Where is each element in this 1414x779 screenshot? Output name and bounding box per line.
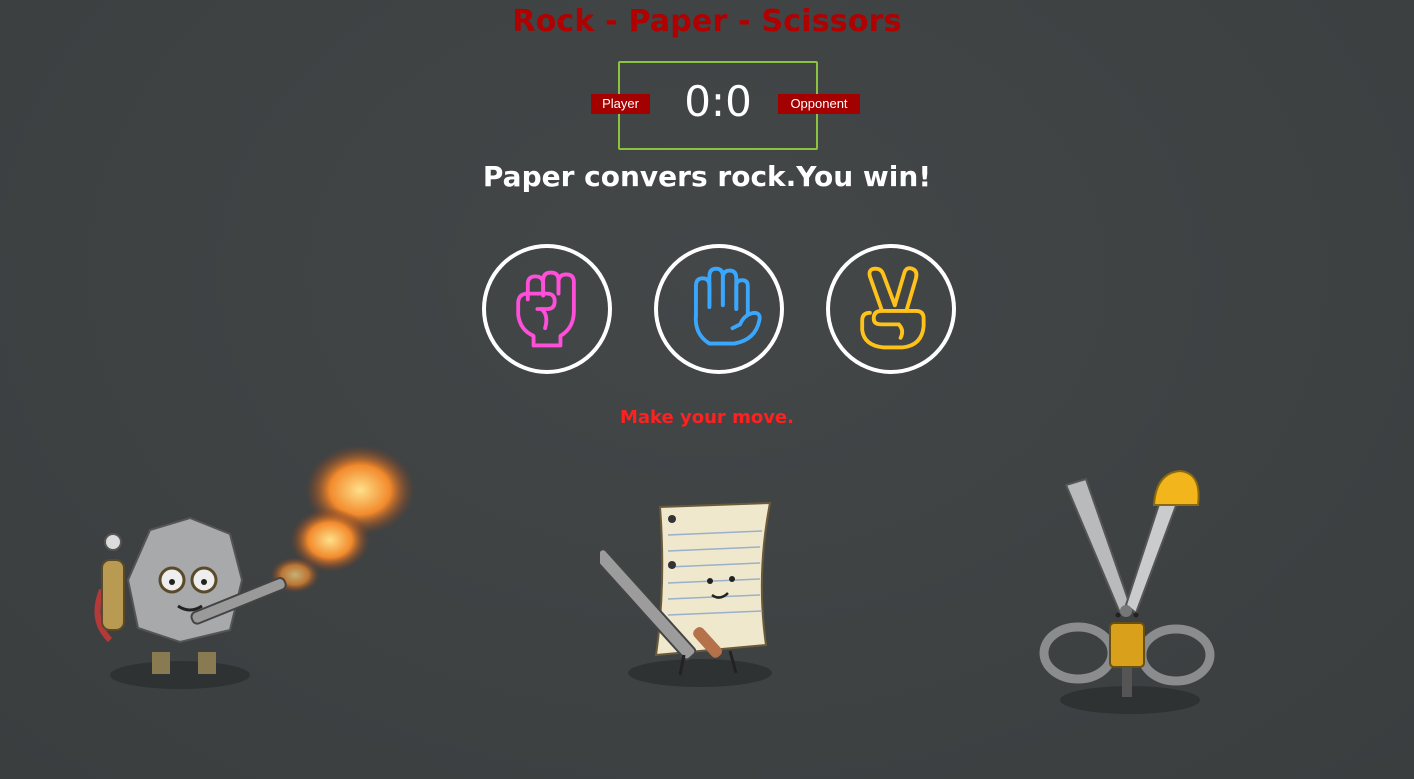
player-label: Player	[591, 94, 650, 114]
flame-icon	[270, 445, 415, 593]
game-title: Rock - Paper - Scissors	[512, 4, 902, 39]
game-screen: Rock - Paper - Scissors 0:0 Player Oppon…	[0, 0, 1414, 779]
result-message: Paper convers rock.You win!	[482, 160, 932, 193]
fist-icon	[516, 270, 576, 348]
paper-button[interactable]	[654, 244, 784, 374]
rock-button[interactable]	[482, 244, 612, 374]
scissors-character-illustration	[1039, 469, 1215, 714]
rock-character-illustration	[94, 445, 415, 689]
scissors-button[interactable]	[826, 244, 956, 374]
paper-character-illustration	[600, 501, 772, 687]
victory-hand-icon	[860, 266, 926, 350]
opponent-label: Opponent	[778, 94, 860, 114]
move-prompt: Make your move.	[620, 407, 794, 428]
open-hand-icon	[693, 266, 762, 346]
